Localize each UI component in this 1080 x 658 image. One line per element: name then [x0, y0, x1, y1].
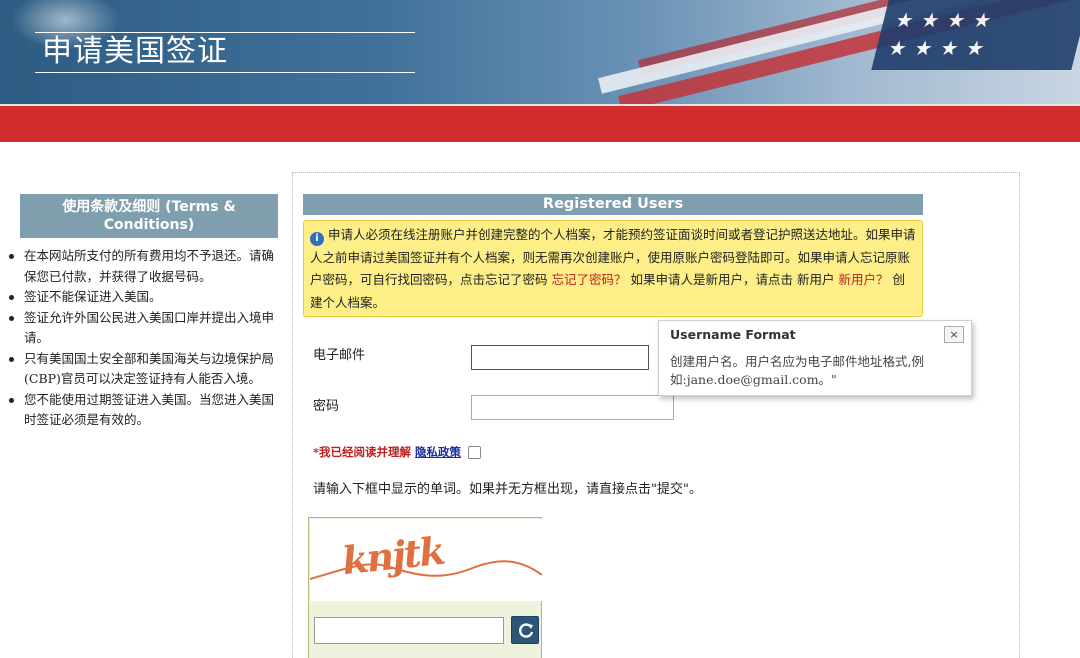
captcha-container: knjtk — [308, 517, 542, 658]
terms-heading: 使用条款及细则 (Terms & Conditions) — [20, 194, 278, 238]
captcha-instruction: 请输入下框中显示的单词。如果并无方框出现，请直接点击"提交"。 — [313, 482, 702, 497]
forgot-password-link[interactable]: 忘记了密码？ — [552, 272, 627, 287]
terms-item: 您不能使用过期签证进入美国。当您进入美国时签证必须是有效的。 — [6, 390, 280, 431]
email-label: 电子邮件 — [313, 348, 366, 363]
title-rule-bottom — [35, 72, 415, 73]
refresh-icon — [519, 623, 534, 638]
tooltip-close-button[interactable]: × — [944, 326, 964, 343]
terms-sidebar: 使用条款及细则 (Terms & Conditions) 在本网站所支付的所有费… — [6, 194, 280, 431]
header-banner: ★★★★ ★★★★ 申请美国签证 — [0, 0, 1080, 106]
terms-item: 只有美国国土安全部和美国海关与边境保护局(CBP)官员可以决定签证持有人能否入境… — [6, 349, 280, 390]
username-format-tooltip: Username Format × 创建用户名。用户名应为电子邮件地址格式,例如… — [658, 320, 972, 396]
captcha-image: knjtk — [310, 519, 542, 601]
info-text: 如果申请人是新用户，请点击 新用户 — [630, 272, 835, 287]
new-user-link[interactable]: 新用户？ — [838, 272, 888, 287]
info-notice: i 申请人必须在线注册账户并创建完整的个人档案，才能预约签证面谈时间或者登记护照送… — [303, 220, 923, 317]
tooltip-body: 创建用户名。用户名应为电子邮件地址格式,例如:jane.doe@gmail.co… — [670, 354, 924, 387]
captcha-input[interactable] — [314, 617, 504, 644]
captcha-refresh-button[interactable] — [511, 616, 539, 644]
info-icon: i — [310, 232, 324, 246]
terms-item: 签证允许外国公民进入美国口岸并提出入境申请。 — [6, 308, 280, 349]
terms-item: 签证不能保证进入美国。 — [6, 287, 280, 308]
registered-users-heading: Registered Users — [303, 194, 923, 215]
terms-item: 在本网站所支付的所有费用均不予退还。请确保您已付款，并获得了收据号码。 — [6, 246, 280, 287]
red-navigation-bar — [0, 104, 1080, 142]
flag-stars-decoration: ★★★★ ★★★★ — [871, 0, 1080, 70]
privacy-agreement-row: *我已经阅读并理解 隐私政策 — [313, 443, 482, 461]
site-title: 申请美国签证 — [42, 34, 228, 69]
tooltip-title: Username Format — [670, 327, 796, 342]
terms-list: 在本网站所支付的所有费用均不予退还。请确保您已付款，并获得了收据号码。 签证不能… — [6, 246, 280, 431]
privacy-agreement-checkbox[interactable] — [468, 446, 482, 459]
privacy-agreement-label: *我已经阅读并理解 — [313, 445, 412, 459]
password-label: 密码 — [313, 399, 340, 414]
password-field[interactable] — [471, 395, 674, 420]
email-field[interactable] — [471, 345, 649, 370]
privacy-policy-link[interactable]: 隐私政策 — [415, 445, 461, 459]
